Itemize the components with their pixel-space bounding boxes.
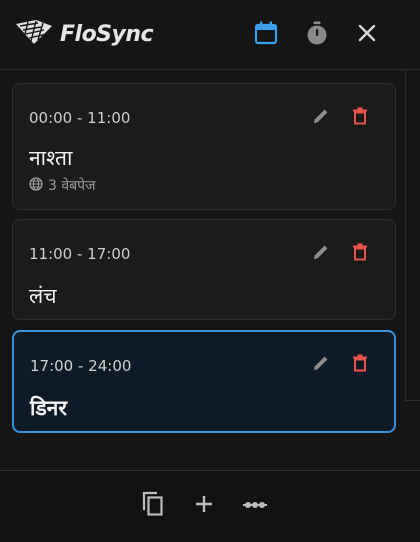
timer-icon: [304, 20, 330, 50]
calendar-button[interactable]: [251, 20, 281, 50]
more-button[interactable]: [240, 491, 270, 521]
schedule-name: नाश्ता: [29, 146, 73, 170]
edit-button[interactable]: [309, 242, 333, 266]
copy-icon: [140, 490, 166, 522]
close-icon: [356, 22, 378, 48]
flosync-logo-icon: [14, 18, 54, 50]
delete-button[interactable]: [348, 106, 372, 130]
schedule-card[interactable]: 00:00 - 11:00 नाश्ता 3 वेबपेज: [12, 83, 396, 210]
schedule-card[interactable]: 11:00 - 17:00 लंच: [12, 219, 396, 320]
timer-button[interactable]: [302, 20, 332, 50]
more-icon: [242, 497, 268, 516]
header: FloSync: [0, 0, 420, 70]
footer-toolbar: [0, 471, 420, 542]
app-name: FloSync: [60, 21, 154, 47]
app-logo: FloSync: [14, 18, 154, 50]
schedule-card-selected[interactable]: 17:00 - 24:00 डिनर: [12, 330, 396, 433]
delete-button[interactable]: [348, 242, 372, 266]
edit-button[interactable]: [309, 106, 333, 130]
schedule-name: डिनर: [30, 396, 67, 420]
delete-button[interactable]: [348, 353, 372, 377]
plus-icon: [193, 493, 215, 519]
side-divider-corner: [405, 400, 420, 401]
trash-icon: [350, 242, 370, 266]
pencil-icon: [311, 353, 331, 377]
schedule-time: 17:00 - 24:00: [30, 357, 132, 375]
side-divider: [405, 70, 406, 400]
schedule-meta: 3 वेबपेज: [29, 176, 95, 195]
close-button[interactable]: [352, 20, 382, 50]
pencil-icon: [311, 242, 331, 266]
copy-button[interactable]: [138, 491, 168, 521]
trash-icon: [350, 106, 370, 130]
add-button[interactable]: [189, 491, 219, 521]
schedule-time: 11:00 - 17:00: [29, 245, 131, 263]
schedule-time: 00:00 - 11:00: [29, 109, 131, 127]
globe-icon: [29, 176, 43, 195]
webpage-count: 3 वेबपेज: [48, 178, 96, 194]
pencil-icon: [311, 106, 331, 130]
schedule-name: लंच: [29, 284, 57, 308]
edit-button[interactable]: [309, 353, 333, 377]
trash-icon: [350, 353, 370, 377]
calendar-icon: [253, 20, 279, 50]
